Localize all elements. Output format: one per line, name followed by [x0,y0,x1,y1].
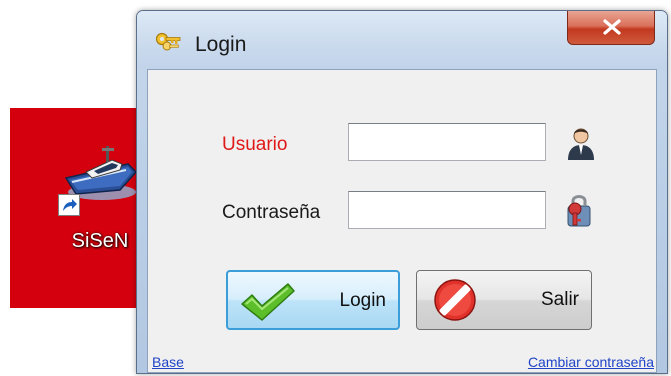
change-password-link[interactable]: Cambiar contraseña [528,354,654,370]
no-entry-icon [434,279,476,321]
login-window: Login Usuario Contraseña Login Salir Bas… [136,10,668,374]
window-title: Login [195,33,247,56]
shortcut-arrow-icon [58,194,80,216]
salir-button-label: Salir [540,289,579,310]
login-button-label: Login [339,290,387,311]
close-button[interactable] [567,11,655,45]
checkmark-icon [241,283,295,321]
close-icon [603,19,621,35]
base-link[interactable]: Base [152,354,184,370]
login-form: Usuario Contraseña Login Salir Base Camb… [147,69,657,373]
salir-button[interactable]: Salir [416,270,592,330]
usuario-input[interactable] [348,123,546,161]
contrasena-label: Contraseña [222,202,321,223]
contrasena-input[interactable] [348,191,546,229]
shortcut-label: SiSeN [71,230,129,252]
sisen-shortcut[interactable]: SiSeN [50,142,150,272]
login-button[interactable]: Login [226,270,400,330]
title-bar[interactable]: Login [137,11,667,69]
user-icon [568,128,594,160]
screen: SiSeN Login Usuario Contraseña Login Sal… [0,0,671,376]
usuario-label: Usuario [222,134,288,155]
key-lock-icon [567,195,591,227]
keys-icon [155,32,181,51]
